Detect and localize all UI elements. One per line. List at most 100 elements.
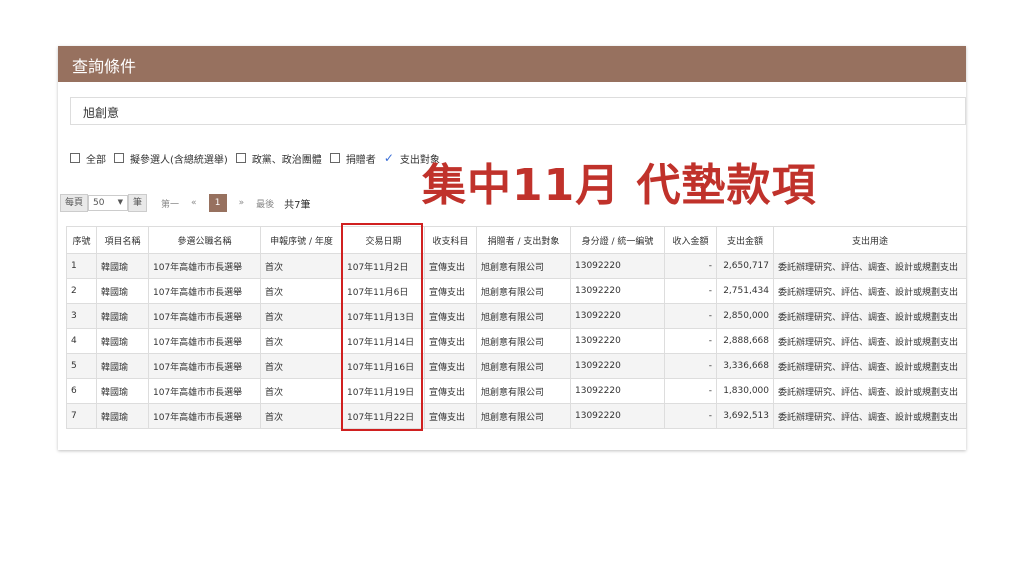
cell: -: [664, 253, 717, 279]
cell: 13092220: [570, 378, 665, 404]
cell: 委託辦理研究、評估、調查、設計或規劃支出: [773, 378, 967, 404]
cell: 旭創意有限公司: [476, 353, 571, 379]
per-page-select[interactable]: 50 ▼: [88, 195, 129, 211]
cell: -: [664, 278, 717, 304]
cell: -: [664, 403, 717, 429]
column-header: 收支科目: [424, 226, 477, 254]
cell: 107年高雄市市長選舉: [148, 378, 261, 404]
filter-candidate[interactable]: 擬參選人(含總統選舉): [114, 151, 228, 166]
cell: 3,336,668: [716, 353, 774, 379]
column-header: 參選公職名稱: [148, 226, 261, 254]
cell: 委託辦理研究、評估、調查、設計或規劃支出: [773, 303, 967, 329]
cell: 4: [66, 328, 97, 354]
cell: 宣傳支出: [424, 253, 477, 279]
cell: 韓國瑜: [96, 403, 149, 429]
table-row: 2 韓國瑜 107年高雄市市長選舉 首次 107年11月6日 宣傳支出 旭創意有…: [66, 278, 967, 304]
per-page-value: 50: [93, 198, 105, 208]
cell: 107年高雄市市長選舉: [148, 278, 261, 304]
checkbox[interactable]: [114, 153, 124, 163]
cell: 首次: [260, 353, 343, 379]
cell: 韓國瑜: [96, 253, 149, 279]
table-row: 5 韓國瑜 107年高雄市市長選舉 首次 107年11月16日 宣傳支出 旭創意…: [66, 353, 967, 379]
cell: 宣傳支出: [424, 378, 477, 404]
cell: 5: [66, 353, 97, 379]
cell: 2,850,000: [716, 303, 774, 329]
cell: 旭創意有限公司: [476, 378, 571, 404]
cell: 首次: [260, 378, 343, 404]
cell: 旭創意有限公司: [476, 328, 571, 354]
table-header-row: 序號 項目名稱 參選公職名稱 申報序號 / 年度 交易日期 收支科目 捐贈者 /…: [66, 226, 967, 254]
caret-down-icon: ▼: [117, 198, 124, 206]
cell: 2: [66, 278, 97, 304]
cell: 委託辦理研究、評估、調查、設計或規劃支出: [773, 353, 967, 379]
cell: 107年高雄市市長選舉: [148, 353, 261, 379]
filter-all[interactable]: 全部: [70, 151, 106, 166]
next-page-link[interactable]: »: [239, 198, 245, 208]
total-count: 共7筆: [284, 199, 311, 211]
filter-label: 全部: [86, 154, 106, 166]
column-header: 收入金額: [664, 226, 717, 254]
cell: 3,692,513: [716, 403, 774, 429]
panel-header: 查詢條件: [58, 46, 966, 82]
last-page-link[interactable]: 最後: [256, 197, 274, 210]
per-page-label: 每頁: [60, 194, 89, 212]
cell: 6: [66, 378, 97, 404]
filter-label: 擬參選人(含總統選舉): [130, 154, 228, 166]
cell: -: [664, 328, 717, 354]
table-row: 4 韓國瑜 107年高雄市市長選舉 首次 107年11月14日 宣傳支出 旭創意…: [66, 328, 967, 354]
filter-options: 全部 擬參選人(含總統選舉) 政黨、政治團體 捐贈者 ✓ 支出對象: [70, 150, 448, 166]
checkbox[interactable]: [329, 153, 340, 163]
cell: 13092220: [570, 303, 665, 329]
cell: 旭創意有限公司: [476, 403, 571, 429]
cell: 委託辦理研究、評估、調查、設計或規劃支出: [773, 328, 967, 354]
column-header: 捐贈者 / 支出對象: [476, 226, 571, 254]
filter-donor[interactable]: 捐贈者: [329, 151, 376, 166]
cell: 2,888,668: [716, 328, 774, 354]
query-panel: 查詢條件 旭創意 全部 擬參選人(含總統選舉) 政黨、政治團體 捐贈者 ✓ 支出…: [58, 46, 967, 450]
cell: 3: [66, 303, 97, 329]
cell: -: [664, 303, 717, 329]
cell: 韓國瑜: [96, 328, 149, 354]
cell: 13092220: [570, 403, 665, 429]
cell: 首次: [260, 303, 343, 329]
cell: 韓國瑜: [96, 278, 149, 304]
cell: 旭創意有限公司: [476, 253, 571, 279]
cell: 宣傳支出: [424, 278, 477, 304]
cell: 首次: [260, 253, 343, 279]
cell: 13092220: [570, 328, 665, 354]
filter-label: 政黨、政治團體: [251, 154, 322, 166]
checkmark-icon[interactable]: ✓: [384, 151, 394, 165]
cell: 1,830,000: [716, 378, 774, 404]
column-header: 支出金額: [716, 226, 774, 254]
panel-title: 查詢條件: [72, 57, 137, 76]
cell: 委託辦理研究、評估、調查、設計或規劃支出: [773, 253, 967, 279]
cell: 107年高雄市市長選舉: [148, 253, 261, 279]
column-header: 序號: [66, 226, 97, 254]
cell: 旭創意有限公司: [476, 278, 571, 304]
first-page-link[interactable]: 第一: [161, 197, 179, 210]
cell: 宣傳支出: [424, 353, 477, 379]
per-page-unit: 筆: [128, 194, 148, 212]
current-page[interactable]: 1: [208, 194, 227, 212]
column-header: 申報序號 / 年度: [260, 226, 343, 254]
prev-page-link[interactable]: «: [191, 198, 197, 208]
table-row: 1 韓國瑜 107年高雄市市長選舉 首次 107年11月2日 宣傳支出 旭創意有…: [66, 253, 967, 279]
column-header: 項目名稱: [96, 226, 149, 254]
column-header: 支出用途: [773, 226, 967, 254]
filter-label: 捐贈者: [345, 154, 376, 166]
cell: 2,751,434: [716, 278, 774, 304]
cell: 旭創意有限公司: [476, 303, 571, 329]
filter-party[interactable]: 政黨、政治團體: [235, 151, 322, 166]
cell: 委託辦理研究、評估、調查、設計或規劃支出: [773, 278, 967, 304]
cell: 首次: [260, 328, 343, 354]
search-value: 旭創意: [83, 106, 120, 120]
checkbox[interactable]: [235, 153, 246, 163]
cell: 107年高雄市市長選舉: [148, 303, 261, 329]
date-column-highlight: [341, 223, 423, 431]
cell: 委託辦理研究、評估、調查、設計或規劃支出: [773, 403, 967, 429]
search-input[interactable]: 旭創意: [70, 97, 966, 125]
cell: -: [664, 378, 717, 404]
checkbox[interactable]: [70, 153, 80, 163]
pagination-bar: 每頁 50 ▼ 筆 第一 « 1 » 最後 共7筆: [60, 194, 310, 212]
cell: 宣傳支出: [424, 303, 477, 329]
